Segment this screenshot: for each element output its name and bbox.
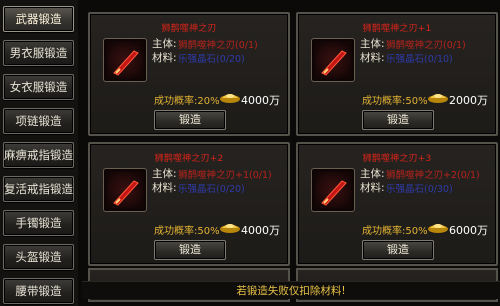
sidebar-item-weapon[interactable]: 武器锻造 <box>3 6 74 32</box>
main-value: 狮鹊噬神之刃+1(0/1) <box>178 170 272 181</box>
red-blade-icon <box>321 50 347 76</box>
card-title: 狮鹊噬神之刃+1 <box>362 24 432 34</box>
main-value: 狮鹊噬神之刃+2(0/1) <box>386 170 480 181</box>
main-label: 主体: <box>360 168 385 180</box>
success-rate: 成功概率:20% <box>154 96 220 107</box>
gold-ingot-icon <box>428 224 448 233</box>
red-blade-icon <box>321 180 347 206</box>
material-label: 材料: <box>360 52 385 64</box>
main-label: 主体: <box>152 168 177 180</box>
red-blade-icon <box>113 180 139 206</box>
sidebar-item-belt[interactable]: 腰带锻造 <box>3 278 74 304</box>
forge-button[interactable]: 锻造 <box>154 110 226 130</box>
main-value: 狮鹊噬神之刃(0/1) <box>386 40 466 51</box>
material-value: 乐强晶石(0/20) <box>178 184 245 195</box>
forge-card-1: 狮鹊噬神之刃 主体: 狮鹊噬神之刃(0/1) 材料: 乐强晶石(0/20) 成功… <box>88 12 290 136</box>
main-label: 主体: <box>360 38 385 50</box>
failure-notice: 若锻造失败仅扣除材料! <box>82 281 500 299</box>
sidebar-item-helmet[interactable]: 头盔锻造 <box>3 244 74 270</box>
forge-card-4: 狮鹊噬神之刃+3 主体: 狮鹊噬神之刃+2(0/1) 材料: 乐强晶石(0/30… <box>296 142 498 266</box>
item-slot[interactable] <box>311 38 355 82</box>
sidebar-item-revival-ring[interactable]: 复活戒指锻造 <box>3 176 74 202</box>
cost-value: 6000万 <box>449 224 488 237</box>
forge-card-2: 狮鹊噬神之刃+1 主体: 狮鹊噬神之刃(0/1) 材料: 乐强晶石(0/10) … <box>296 12 498 136</box>
item-slot[interactable] <box>103 168 147 212</box>
material-label: 材料: <box>152 52 177 64</box>
cost-value: 4000万 <box>241 224 280 237</box>
gold-ingot-icon <box>220 224 240 233</box>
forge-card-3: 狮鹊噬神之刃+2 主体: 狮鹊噬神之刃+1(0/1) 材料: 乐强晶石(0/20… <box>88 142 290 266</box>
success-rate: 成功概率:50% <box>362 96 428 107</box>
sidebar-item-bracelet[interactable]: 手镯锻造 <box>3 210 74 236</box>
material-label: 材料: <box>152 182 177 194</box>
cost-value: 2000万 <box>449 94 488 107</box>
forge-button[interactable]: 锻造 <box>362 110 434 130</box>
forge-button[interactable]: 锻造 <box>154 240 226 260</box>
card-title: 狮鹊噬神之刃+2 <box>154 154 224 164</box>
success-rate: 成功概率:50% <box>154 226 220 237</box>
sidebar-item-paralysis-ring[interactable]: 麻痹戒指锻造 <box>3 142 74 168</box>
card-title: 狮鹊噬神之刃 <box>161 24 217 34</box>
category-sidebar: 武器锻造 男衣服锻造 女衣服锻造 项链锻造 麻痹戒指锻造 复活戒指锻造 手镯锻造… <box>0 0 78 306</box>
main-value: 狮鹊噬神之刃(0/1) <box>178 40 258 51</box>
gold-ingot-icon <box>220 94 240 103</box>
sidebar-item-necklace[interactable]: 项链锻造 <box>3 108 74 134</box>
material-value: 乐强晶石(0/10) <box>386 54 453 65</box>
sidebar-item-male-armor[interactable]: 男衣服锻造 <box>3 40 74 66</box>
forge-button[interactable]: 锻造 <box>362 240 434 260</box>
success-rate: 成功概率:50% <box>362 226 428 237</box>
item-slot[interactable] <box>311 168 355 212</box>
material-label: 材料: <box>360 182 385 194</box>
material-value: 乐强晶石(0/20) <box>178 54 245 65</box>
gold-ingot-icon <box>428 94 448 103</box>
cost-value: 4000万 <box>241 94 280 107</box>
item-slot[interactable] <box>103 38 147 82</box>
sidebar-item-female-armor[interactable]: 女衣服锻造 <box>3 74 74 100</box>
red-blade-icon <box>113 50 139 76</box>
card-title: 狮鹊噬神之刃+3 <box>362 154 432 164</box>
main-label: 主体: <box>152 38 177 50</box>
material-value: 乐强晶石(0/30) <box>386 184 453 195</box>
